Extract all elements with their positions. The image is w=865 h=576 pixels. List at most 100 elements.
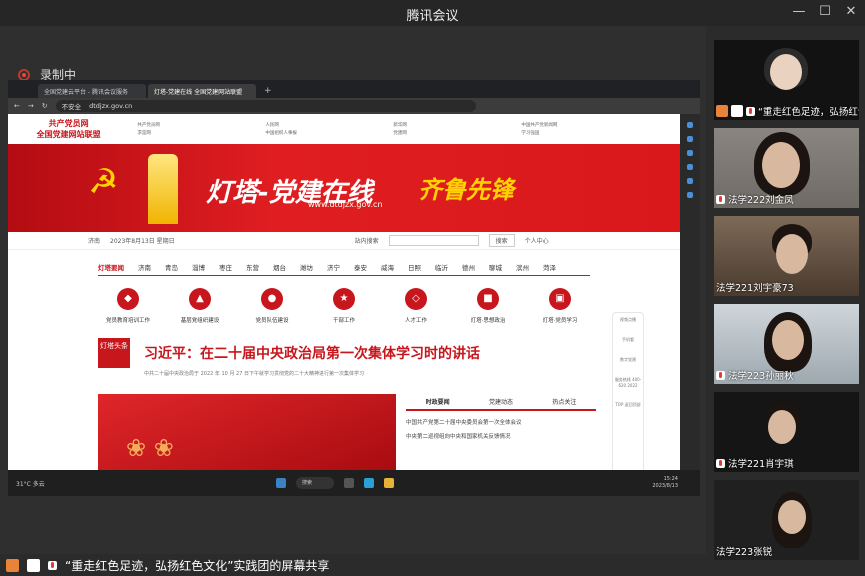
participant-name-row: 法学221刘宇豪73 (716, 280, 794, 294)
participant-face (768, 410, 796, 444)
feature-item[interactable]: ▣ 灯塔·党员学习 (530, 288, 590, 324)
sidebar-tool-icon[interactable] (687, 192, 693, 198)
feature-item[interactable]: ■ 灯塔·思想政治 (458, 288, 518, 324)
nav-item[interactable]: 烟台 (273, 262, 286, 272)
news-tab[interactable]: 时政要闻 (406, 394, 469, 409)
taskbar-apps: 搜索 (276, 477, 394, 489)
participant-tile[interactable]: 法学221肖宇琪 (714, 392, 859, 472)
feature-label: 灯塔·思想政治 (470, 318, 506, 324)
logo-line1: 共产党员网 (48, 119, 89, 128)
participant-tile[interactable]: 法学222刘金凤 (714, 128, 859, 208)
close-icon[interactable]: ✕ (842, 4, 860, 19)
nav-item[interactable]: 东营 (246, 262, 259, 272)
nav-item[interactable]: 济南 (138, 262, 151, 272)
site-header: 共产党员网 全国党建网站联盟 共产党员网 人民网 新华网 中国共产党新闻网 求是… (8, 114, 680, 144)
float-item[interactable]: 数字党建 (613, 357, 643, 363)
windows-start-icon[interactable] (276, 478, 286, 488)
edge-icon[interactable] (364, 478, 374, 488)
feature-item[interactable]: ▲ 基层党组织建设 (170, 288, 230, 324)
feature-item[interactable]: ◆ 党员教育培训工作 (98, 288, 158, 324)
site-search-button[interactable]: 搜索 (488, 234, 515, 247)
login-link[interactable]: 个人中心 (525, 236, 549, 245)
nav-item[interactable]: 枣庄 (219, 262, 232, 272)
feature-label: 党员队伍建设 (255, 318, 289, 324)
header-link[interactable]: 人民网 (265, 122, 375, 128)
float-item[interactable]: 视频点播 (613, 317, 643, 323)
participant-tile[interactable]: 法学223孙丽秋 (714, 304, 859, 384)
header-link[interactable]: 中国共产党新闻网 (521, 122, 631, 128)
nav-item[interactable]: 淄博 (192, 262, 205, 272)
sidebar-tool-icon[interactable] (687, 150, 693, 156)
nav-item[interactable]: 泰安 (354, 262, 367, 272)
sidebar-tool-icon[interactable] (687, 136, 693, 142)
news-item[interactable]: 中国共产党第二十届中央委员会第一次全体会议 (406, 418, 596, 426)
float-item[interactable]: 服务热线 400-620 2022 (613, 377, 643, 388)
party-emblem-icon: ☭ (88, 162, 119, 202)
nav-item[interactable]: 临沂 (435, 262, 448, 272)
sidebar-tool-icon[interactable] (687, 178, 693, 184)
participant-tile[interactable]: 法学223张锐 (714, 480, 859, 560)
feature-image[interactable]: ❀ ❀ (98, 394, 396, 470)
shared-screen: 全国党建云平台 - 腾讯会议服务 灯塔-党建在线 全国党建网站联盟 + ← → … (8, 80, 700, 470)
browser-tab-1[interactable]: 全国党建云平台 - 腾讯会议服务 (38, 84, 146, 98)
header-link[interactable]: 新华网 (393, 122, 503, 128)
news-tab[interactable]: 热点关注 (533, 394, 596, 409)
news-tab[interactable]: 党建动态 (469, 394, 532, 409)
maximize-icon[interactable]: ☐ (816, 4, 834, 19)
nav-item[interactable]: 青岛 (165, 262, 178, 272)
nav-item[interactable]: 德州 (462, 262, 475, 272)
header-link[interactable]: 求是网 (137, 130, 247, 136)
nav-item[interactable]: 滨州 (516, 262, 529, 272)
feature-label: 基层党组织建设 (180, 318, 220, 324)
address-bar[interactable]: 不安全 dtdjzx.gov.cn (55, 100, 476, 112)
task-view-icon[interactable] (344, 478, 354, 488)
new-tab-button[interactable]: + (258, 84, 278, 98)
nav-item[interactable]: 聊城 (489, 262, 502, 272)
address-text: dtdjzx.gov.cn (89, 102, 133, 110)
nav-item[interactable]: 菏泽 (543, 262, 556, 272)
site-search-input[interactable] (388, 235, 479, 246)
forward-icon[interactable]: → (28, 102, 34, 110)
participant-name-row: 法学222刘金凤 (716, 192, 794, 206)
participant-tile[interactable]: “重走红色足迹，弘扬红色文化”实践团 (714, 40, 859, 120)
header-link[interactable]: 共产党员网 (137, 122, 247, 128)
date-text: 2023年8月13日 星期日 (110, 238, 175, 245)
nav-item[interactable]: 灯塔要闻 (98, 262, 124, 272)
feature-item[interactable]: ◇ 人才工作 (386, 288, 446, 324)
sidebar-tool-icon[interactable] (687, 164, 693, 170)
back-icon[interactable]: ← (14, 102, 20, 110)
header-link[interactable]: 党建网 (393, 130, 503, 136)
nav-item[interactable]: 潍坊 (300, 262, 313, 272)
minimize-icon[interactable]: — (790, 4, 808, 19)
browser-tab-2[interactable]: 灯塔-党建在线 全国党建网站联盟 (148, 84, 256, 98)
participant-name-row: 法学221肖宇琪 (716, 456, 794, 470)
sidebar-tool-icon[interactable] (687, 122, 693, 128)
news-item[interactable]: 中央第二巡视组向中央和国家机关反馈情况 (406, 432, 596, 440)
taskbar-clock: 15:24 2023/8/13 (652, 476, 678, 490)
participant-name: 法学221肖宇琪 (728, 459, 794, 470)
nav-item[interactable]: 济宁 (327, 262, 340, 272)
feature-item[interactable]: ★ 干部工作 (314, 288, 374, 324)
header-link[interactable]: 学习强国 (521, 130, 631, 136)
taskbar-search[interactable]: 搜索 (296, 477, 334, 489)
participant-name: 法学221刘宇豪73 (716, 283, 794, 294)
feature-icon: ◇ (405, 288, 427, 310)
header-link[interactable]: 中国组织人事报 (265, 130, 375, 136)
feature-item[interactable]: ● 党员队伍建设 (242, 288, 302, 324)
nav-item[interactable]: 日照 (408, 262, 421, 272)
news-tabs: 时政要闻 党建动态 热点关注 (406, 394, 596, 411)
float-item[interactable]: TOP 返回顶部 (613, 402, 643, 408)
decorative-image-text: ❀ ❀ (126, 434, 174, 462)
reload-icon[interactable]: ↻ (42, 102, 48, 110)
participant-name-row: 法学223张锐 (716, 544, 772, 558)
sharing-icon (731, 105, 743, 117)
folder-icon[interactable] (384, 478, 394, 488)
site-logo[interactable]: 共产党员网 全国党建网站联盟 (14, 118, 123, 140)
nav-item[interactable]: 威海 (381, 262, 394, 272)
float-item[interactable]: 手机看 (613, 337, 643, 343)
participant-face (776, 234, 808, 274)
participant-tile[interactable]: 法学221刘宇豪73 (714, 216, 859, 296)
weather-widget[interactable]: 31°C 多云 (16, 479, 276, 488)
participant-name: 法学222刘金凤 (728, 195, 794, 206)
headline-link[interactable]: 习近平：在二十届中央政治局第一次集体学习时的讲话 (144, 343, 480, 363)
